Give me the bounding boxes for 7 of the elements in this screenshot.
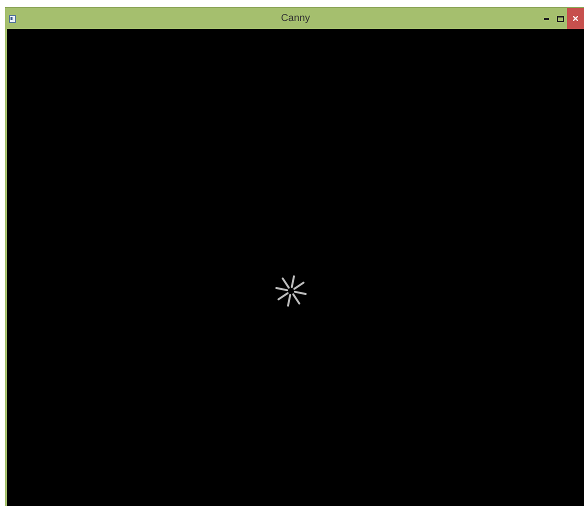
close-button[interactable] xyxy=(567,8,584,29)
edge-drawing xyxy=(274,274,306,306)
close-icon xyxy=(573,16,578,21)
minimize-icon xyxy=(544,18,548,20)
window-title: Canny xyxy=(281,12,310,26)
app-icon xyxy=(9,14,16,22)
maximize-icon xyxy=(556,16,564,22)
